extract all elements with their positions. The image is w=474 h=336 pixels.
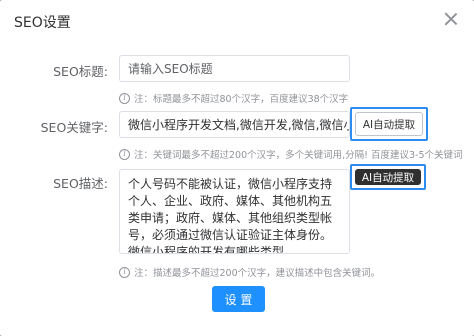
keywords-ai-extract-button[interactable]: AI自动提取 <box>355 112 423 136</box>
seo-settings-dialog: SEO设置 SEO标题: 请输入SEO标题 i 注：标题最多不超过80个汉字，百… <box>0 0 474 336</box>
seo-title-label: SEO标题: <box>53 64 108 79</box>
seo-keywords-hint: i 注：关键词最多不超过200个汉字，多个关键词用,分隔! 百度建议3-5个关键… <box>119 147 463 161</box>
dialog-title: SEO设置 <box>14 15 71 31</box>
seo-keywords-hint-text: 注：关键词最多不超过200个汉字，多个关键词用,分隔! 百度建议3-5个关键词 <box>134 150 463 161</box>
seo-keywords-label: SEO关键字: <box>40 120 108 135</box>
seo-title-hint-text: 注：标题最多不超过80个汉字，百度建议38个汉字 <box>134 94 349 105</box>
seo-keywords-input[interactable]: 微信小程序开发文档,微信开发,微信,微信小程序 <box>119 111 350 138</box>
seo-description-value: 个人号码不能被认证，微信小程序支持个人、企业、政府、媒体、其他机构五类申请；政府… <box>128 177 333 254</box>
submit-button[interactable]: 设 置 <box>212 286 265 312</box>
seo-description-textarea[interactable]: 个人号码不能被认证，微信小程序支持个人、企业、政府、媒体、其他机构五类申请；政府… <box>119 169 350 254</box>
description-ai-button-frame: AI自动提取 <box>350 164 426 190</box>
seo-keywords-value: 微信小程序开发文档,微信开发,微信,微信小程序 <box>128 118 349 132</box>
seo-description-label: SEO描述: <box>53 176 108 191</box>
seo-title-hint: i 注：标题最多不超过80个汉字，百度建议38个汉字 <box>119 91 348 105</box>
keywords-ai-button-frame: AI自动提取 <box>350 107 428 141</box>
seo-description-hint-text: 注：描述最多不超过200个汉字，建议描述中包含关键词。 <box>134 268 381 279</box>
info-icon: i <box>119 266 130 278</box>
seo-title-input[interactable]: 请输入SEO标题 <box>119 55 350 82</box>
seo-description-hint: i 注：描述最多不超过200个汉字，建议描述中包含关键词。 <box>119 265 380 279</box>
info-icon: i <box>119 148 130 160</box>
info-icon: i <box>119 92 130 104</box>
description-ai-extract-button[interactable]: AI自动提取 <box>355 169 421 185</box>
seo-title-placeholder: 请输入SEO标题 <box>128 62 213 76</box>
close-icon[interactable] <box>442 10 460 28</box>
